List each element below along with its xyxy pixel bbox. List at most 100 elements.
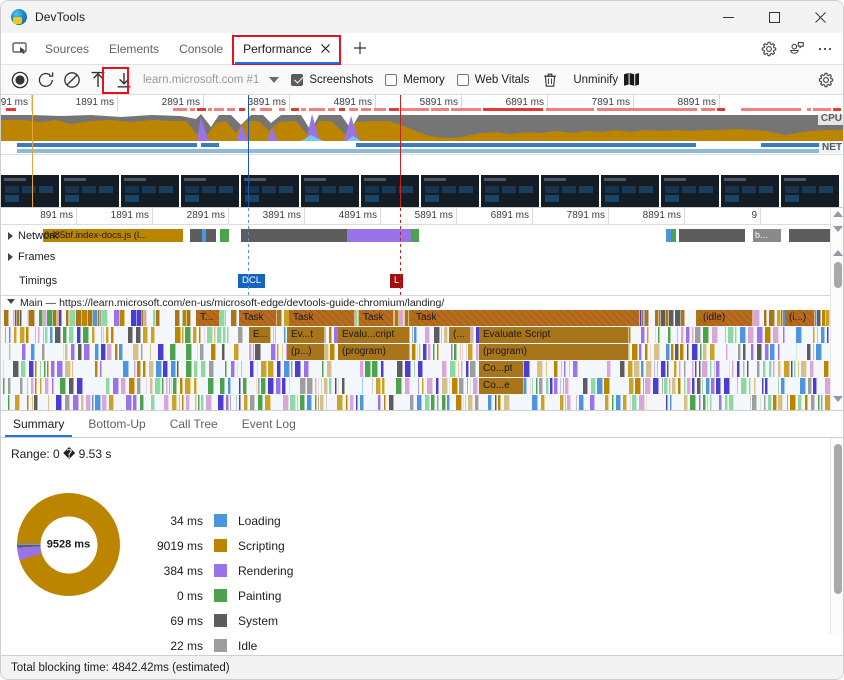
flame-micro-bar[interactable] xyxy=(111,327,114,343)
clear-icon[interactable] xyxy=(59,67,85,93)
flame-bar[interactable]: (program) xyxy=(338,344,410,360)
filmstrip-frame[interactable] xyxy=(361,175,419,207)
flame-micro-bar[interactable] xyxy=(268,361,274,377)
flame-micro-bar[interactable] xyxy=(468,395,473,410)
flame-micro-bar[interactable] xyxy=(757,361,760,377)
flame-micro-bar[interactable] xyxy=(653,378,659,394)
flame-micro-bar[interactable] xyxy=(821,327,825,343)
flame-micro-bar[interactable] xyxy=(239,395,241,410)
flame-micro-bar[interactable] xyxy=(136,327,141,343)
flame-micro-bar[interactable] xyxy=(546,361,547,377)
flame-micro-bar[interactable] xyxy=(418,361,423,377)
flame-micro-bar[interactable] xyxy=(684,395,688,410)
flame-micro-bar[interactable] xyxy=(769,310,775,326)
flame-micro-bar[interactable] xyxy=(811,395,815,410)
flame-micro-bar[interactable] xyxy=(211,344,216,360)
flame-micro-bar[interactable] xyxy=(186,361,192,377)
flame-micro-bar[interactable] xyxy=(743,344,746,360)
flame-micro-bar[interactable] xyxy=(182,327,184,343)
flame-micro-bar[interactable] xyxy=(616,395,621,410)
flame-micro-bar[interactable] xyxy=(442,395,446,410)
flame-micro-bar[interactable] xyxy=(423,344,427,360)
flame-micro-bar[interactable] xyxy=(276,378,281,394)
flame-micro-bar[interactable] xyxy=(34,395,38,410)
network-request-bar[interactable] xyxy=(202,229,206,242)
flame-micro-bar[interactable] xyxy=(103,327,104,343)
track-frames-header[interactable]: Frames xyxy=(1,246,55,267)
flame-micro-bar[interactable] xyxy=(384,395,386,410)
flame-micro-bar[interactable] xyxy=(141,344,143,360)
timing-marker-dcl[interactable]: DCL xyxy=(238,274,266,288)
flame-micro-bar[interactable] xyxy=(197,344,198,360)
flame-micro-bar[interactable] xyxy=(230,395,231,410)
flame-micro-bar[interactable] xyxy=(732,361,734,377)
flame-micro-bar[interactable] xyxy=(107,344,112,360)
flame-micro-bar[interactable] xyxy=(126,395,132,410)
flame-micro-bar[interactable] xyxy=(646,361,652,377)
flame-micro-bar[interactable] xyxy=(45,378,49,394)
flame-micro-bar[interactable] xyxy=(83,327,89,343)
flame-micro-bar[interactable] xyxy=(816,344,822,360)
flame-micro-bar[interactable] xyxy=(102,395,107,410)
flame-micro-bar[interactable] xyxy=(362,378,363,394)
flame-micro-bar[interactable] xyxy=(261,378,266,394)
flame-micro-bar[interactable] xyxy=(27,378,28,394)
flame-micro-bar[interactable] xyxy=(42,344,45,360)
flame-micro-bar[interactable] xyxy=(666,344,670,360)
memory-checkbox[interactable]: Memory xyxy=(385,73,445,86)
flame-micro-bar[interactable] xyxy=(677,327,678,343)
flame-micro-bar[interactable] xyxy=(466,361,469,377)
flame-micro-bar[interactable] xyxy=(763,361,766,377)
flame-micro-bar[interactable] xyxy=(451,344,453,360)
flame-micro-bar[interactable] xyxy=(56,395,62,410)
flame-micro-bar[interactable] xyxy=(72,361,73,377)
flame-micro-bar[interactable] xyxy=(182,395,184,410)
flame-micro-bar[interactable] xyxy=(567,395,571,410)
flame-micro-bar[interactable] xyxy=(749,378,751,394)
flame-micro-bar[interactable] xyxy=(255,344,261,360)
flame-micro-bar[interactable] xyxy=(800,378,806,394)
flame-micro-bar[interactable] xyxy=(747,361,749,377)
flame-micro-bar[interactable] xyxy=(462,344,463,360)
flame-micro-bar[interactable] xyxy=(641,361,644,377)
flame-micro-bar[interactable] xyxy=(300,378,306,394)
flame-micro-bar[interactable] xyxy=(171,361,176,377)
filmstrip-frame[interactable] xyxy=(241,175,299,207)
flame-micro-bar[interactable] xyxy=(674,361,677,377)
flame-micro-bar[interactable] xyxy=(8,378,11,394)
flame-micro-bar[interactable] xyxy=(318,395,319,410)
flame-micro-bar[interactable] xyxy=(320,395,324,410)
flame-micro-bar[interactable] xyxy=(234,344,239,360)
flame-micro-bar[interactable] xyxy=(787,395,788,410)
flame-micro-bar[interactable] xyxy=(710,344,715,360)
web-vitals-checkbox[interactable]: Web Vitals xyxy=(456,73,529,86)
flame-bar[interactable]: (program) xyxy=(479,344,629,360)
flame-micro-bar[interactable] xyxy=(372,361,378,377)
flame-micro-bar[interactable] xyxy=(410,395,414,410)
flame-micro-bar[interactable] xyxy=(412,327,413,343)
filmstrip-frame[interactable] xyxy=(421,175,479,207)
flame-micro-bar[interactable] xyxy=(726,344,728,360)
tracks-scrollbar[interactable] xyxy=(830,208,843,321)
flame-micro-bar[interactable] xyxy=(579,395,584,410)
flame-micro-bar[interactable] xyxy=(778,344,780,360)
flame-micro-bar[interactable] xyxy=(146,378,147,394)
flame-micro-bar[interactable] xyxy=(604,378,610,394)
flame-micro-bar[interactable] xyxy=(156,310,160,326)
flame-micro-bar[interactable] xyxy=(133,395,137,410)
flame-micro-bar[interactable] xyxy=(231,361,235,377)
flame-micro-bar[interactable] xyxy=(315,395,317,410)
flame-micro-bar[interactable] xyxy=(43,327,44,343)
filmstrip-frame[interactable] xyxy=(301,175,359,207)
flame-micro-bar[interactable] xyxy=(20,327,25,343)
timing-marker-load[interactable]: L xyxy=(390,274,404,288)
flame-micro-bar[interactable] xyxy=(458,361,459,377)
flame-micro-bar[interactable] xyxy=(463,395,464,410)
flame-micro-bar[interactable] xyxy=(396,378,402,394)
expand-triangle-icon[interactable] xyxy=(8,252,13,261)
profile-selector[interactable]: learn.microsoft.com #1 xyxy=(143,74,280,86)
flame-micro-bar[interactable] xyxy=(63,344,64,360)
filmstrip-frame[interactable] xyxy=(661,175,719,207)
legend-row[interactable]: 9019 ms Scripting xyxy=(136,533,293,558)
flame-micro-bar[interactable] xyxy=(725,395,728,410)
